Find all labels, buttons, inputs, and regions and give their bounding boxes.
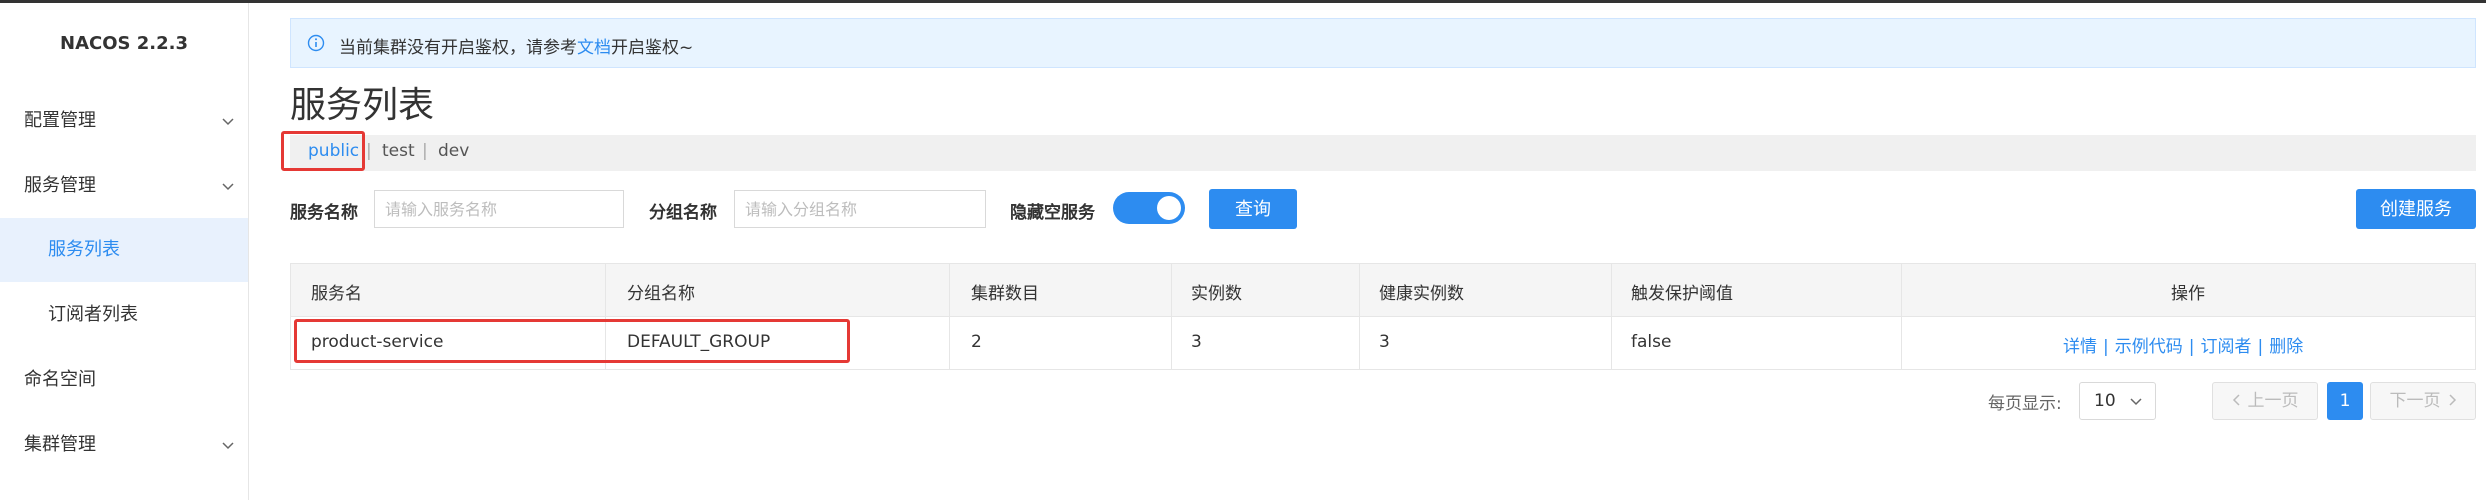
top-border: [0, 0, 2486, 3]
sidebar-item-namespace[interactable]: 命名空间: [0, 348, 248, 412]
group-name-label: 分组名称: [649, 203, 717, 223]
op-separator: |: [2103, 337, 2109, 357]
brand-title: NACOS 2.2.3: [60, 33, 188, 54]
cell-cluster-count: 2: [971, 332, 982, 352]
header-group-name: 分组名称: [627, 284, 695, 304]
header-operations: 操作: [2171, 284, 2205, 304]
chevron-left-icon: [2232, 394, 2240, 406]
cell-operations: 详情 | 示例代码 | 订阅者 | 删除: [2063, 332, 2303, 357]
chevron-down-icon: [222, 183, 234, 191]
namespace-test[interactable]: test: [382, 141, 415, 161]
service-name-input[interactable]: [374, 190, 624, 228]
subscribers-link[interactable]: 订阅者: [2200, 337, 2251, 357]
cell-healthy-count: 3: [1379, 332, 1390, 352]
notice-suffix: 开启鉴权~: [611, 38, 694, 58]
header-instance-count: 实例数: [1191, 284, 1242, 304]
op-separator: |: [2257, 337, 2264, 357]
column-divider: [1901, 264, 1902, 369]
sidebar-item-label: 服务管理: [24, 175, 96, 196]
page-size-label: 每页显示:: [1988, 394, 2062, 414]
namespace-dev[interactable]: dev: [438, 141, 469, 161]
sidebar-item-label: 集群管理: [24, 434, 96, 455]
sidebar-item-label: 命名空间: [24, 369, 96, 390]
column-divider: [1171, 264, 1172, 369]
sidebar-item-subscriber-list[interactable]: 订阅者列表: [0, 283, 248, 347]
delete-link[interactable]: 删除: [2269, 337, 2303, 357]
toggle-knob: [1157, 196, 1181, 220]
sidebar-item-service-list[interactable]: 服务列表: [0, 218, 248, 282]
column-divider: [1611, 264, 1612, 369]
page-number-current[interactable]: 1: [2327, 382, 2363, 420]
column-divider: [949, 264, 950, 369]
query-button[interactable]: 查询: [1209, 189, 1297, 229]
page-size-select[interactable]: 10: [2079, 382, 2156, 420]
next-page-button[interactable]: 下一页: [2370, 382, 2476, 420]
op-separator: |: [2188, 337, 2195, 357]
sidebar: NACOS 2.2.3 配置管理 服务管理 服务列表 订阅者列表 命名空间 集群…: [0, 3, 249, 500]
page-title: 服务列表: [290, 85, 435, 126]
chevron-down-icon: [2130, 398, 2142, 406]
namespace-bar: public | test | dev: [290, 135, 2476, 171]
chevron-down-icon: [222, 118, 234, 126]
header-cluster-count: 集群数目: [971, 284, 1039, 304]
sidebar-item-config-management[interactable]: 配置管理: [0, 89, 248, 153]
create-service-button[interactable]: 创建服务: [2356, 189, 2476, 229]
header-service-name: 服务名: [311, 284, 362, 304]
sidebar-item-label: 配置管理: [24, 110, 96, 131]
sidebar-item-cluster-management[interactable]: 集群管理: [0, 413, 248, 477]
sidebar-item-label: 服务列表: [48, 239, 120, 260]
hide-empty-label: 隐藏空服务: [1010, 203, 1095, 223]
row-highlight-box: [294, 319, 850, 363]
namespace-separator: |: [366, 141, 372, 161]
prev-page-button[interactable]: 上一页: [2212, 382, 2318, 420]
header-healthy-count: 健康实例数: [1379, 284, 1464, 304]
header-protect-threshold: 触发保护阈值: [1631, 284, 1733, 304]
hide-empty-toggle[interactable]: [1113, 192, 1185, 224]
cell-protect-threshold: false: [1631, 332, 1672, 352]
sidebar-item-service-management[interactable]: 服务管理: [0, 154, 248, 218]
docs-link[interactable]: 文档: [577, 38, 611, 58]
chevron-down-icon: [222, 442, 234, 450]
auth-notice: 当前集群没有开启鉴权，请参考文档开启鉴权~: [290, 18, 2476, 68]
group-name-input[interactable]: [734, 190, 986, 228]
sample-code-link[interactable]: 示例代码: [2115, 337, 2183, 357]
notice-prefix: 当前集群没有开启鉴权，请参考: [339, 38, 577, 58]
info-icon: [307, 34, 325, 52]
namespace-separator: |: [422, 141, 428, 161]
page-size-value: 10: [2094, 391, 2116, 411]
prev-page-label: 上一页: [2247, 391, 2299, 411]
namespace-highlight-box: [281, 131, 365, 171]
service-name-label: 服务名称: [290, 203, 358, 223]
cell-instance-count: 3: [1191, 332, 1202, 352]
sidebar-item-label: 订阅者列表: [48, 304, 138, 325]
details-link[interactable]: 详情: [2063, 337, 2097, 357]
next-page-label: 下一页: [2389, 391, 2441, 411]
notice-text: 当前集群没有开启鉴权，请参考文档开启鉴权~: [339, 33, 693, 58]
chevron-right-icon: [2448, 394, 2456, 406]
column-divider: [1359, 264, 1360, 369]
